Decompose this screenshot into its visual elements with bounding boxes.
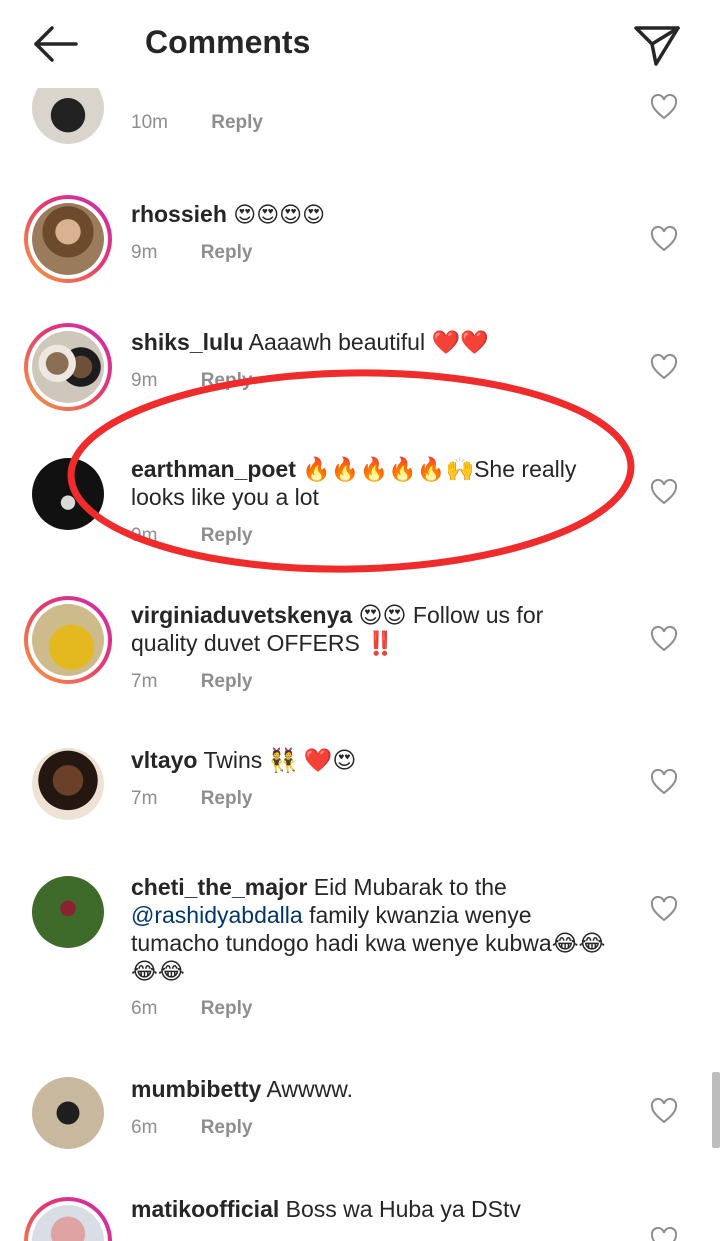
reply-button[interactable]: Reply <box>201 671 253 692</box>
page-title: Comments <box>145 24 311 60</box>
comment-text: Awwww. <box>266 1076 353 1102</box>
comment-time: 10m <box>131 112 168 133</box>
comment-meta: 9m Reply <box>131 525 252 547</box>
reply-button[interactable]: Reply <box>201 998 253 1019</box>
reply-button[interactable]: Reply <box>201 788 253 809</box>
comment-meta: 7m Reply <box>131 671 252 693</box>
comment-time: 7m <box>131 788 158 809</box>
heart-outline-icon[interactable] <box>650 94 678 120</box>
comment-meta: 6m Reply <box>131 1117 252 1139</box>
comment-time: 7m <box>131 671 158 692</box>
comment-time: 9m <box>131 242 158 263</box>
comment-text: Boss wa Huba ya DStv <box>285 1196 521 1222</box>
share-button[interactable] <box>628 20 684 68</box>
reply-button[interactable]: Reply <box>201 242 253 263</box>
heart-outline-icon[interactable] <box>650 626 678 652</box>
avatar[interactable] <box>32 458 104 530</box>
reply-button[interactable]: Reply <box>211 112 263 133</box>
comment-username[interactable]: virginiaduvetskenya <box>131 602 352 628</box>
paper-plane-icon <box>634 26 680 66</box>
avatar[interactable] <box>24 323 112 411</box>
comment-time: 9m <box>131 370 158 391</box>
heart-outline-icon[interactable] <box>650 769 678 795</box>
reply-button[interactable]: Reply <box>201 525 253 546</box>
avatar[interactable] <box>32 88 104 144</box>
comment-meta: 9m Reply <box>131 242 252 264</box>
comment-username[interactable]: mumbibetty <box>131 1076 261 1102</box>
comment-meta: 7m Reply <box>131 788 252 810</box>
arrow-left-icon <box>34 26 78 62</box>
comment-text: 😍😍😍😍 <box>233 203 326 228</box>
comment-username[interactable]: matikoofficial <box>131 1196 279 1222</box>
reply-button[interactable]: Reply <box>201 370 253 391</box>
comment-time: 6m <box>131 1117 158 1138</box>
comment-text: Twins 👯 ❤️😍 <box>203 747 357 773</box>
comment-meta: 10m Reply <box>131 112 263 134</box>
comment-text: Eid Mubarak to the <box>313 874 507 900</box>
heart-outline-icon[interactable] <box>650 896 678 922</box>
comment-username[interactable]: rhossieh <box>131 201 227 227</box>
comment-meta: 9m Reply <box>131 370 252 392</box>
back-button[interactable] <box>28 20 84 68</box>
heart-outline-icon[interactable] <box>650 354 678 380</box>
comment-username[interactable]: cheti_the_major <box>131 874 307 900</box>
comment-username[interactable]: vltayo <box>131 747 197 773</box>
comment-username[interactable]: shiks_lulu <box>131 329 243 355</box>
heart-outline-icon[interactable] <box>650 226 678 252</box>
top-bar: Comments <box>0 0 720 88</box>
avatar[interactable] <box>24 596 112 684</box>
heart-outline-icon[interactable] <box>650 1227 678 1241</box>
heart-outline-icon[interactable] <box>650 1098 678 1124</box>
reply-button[interactable]: Reply <box>201 1117 253 1138</box>
comment-username[interactable]: earthman_poet <box>131 456 296 482</box>
avatar[interactable] <box>24 1197 112 1241</box>
comment-text: Aaaawh beautiful ❤️❤️ <box>248 329 489 355</box>
avatar[interactable] <box>32 1077 104 1149</box>
scrollbar[interactable] <box>712 1072 720 1148</box>
mention-link[interactable]: @rashidyabdalla <box>131 902 303 928</box>
comment-meta: 6m Reply <box>131 998 252 1020</box>
heart-outline-icon[interactable] <box>650 479 678 505</box>
comments-list[interactable]: 10m Reply rhossieh 😍😍😍😍 9m Reply shiks_l… <box>0 88 720 1241</box>
comment-time: 6m <box>131 998 158 1019</box>
avatar[interactable] <box>32 748 104 820</box>
comment-time: 9m <box>131 525 158 546</box>
avatar[interactable] <box>32 876 104 948</box>
avatar[interactable] <box>24 195 112 283</box>
